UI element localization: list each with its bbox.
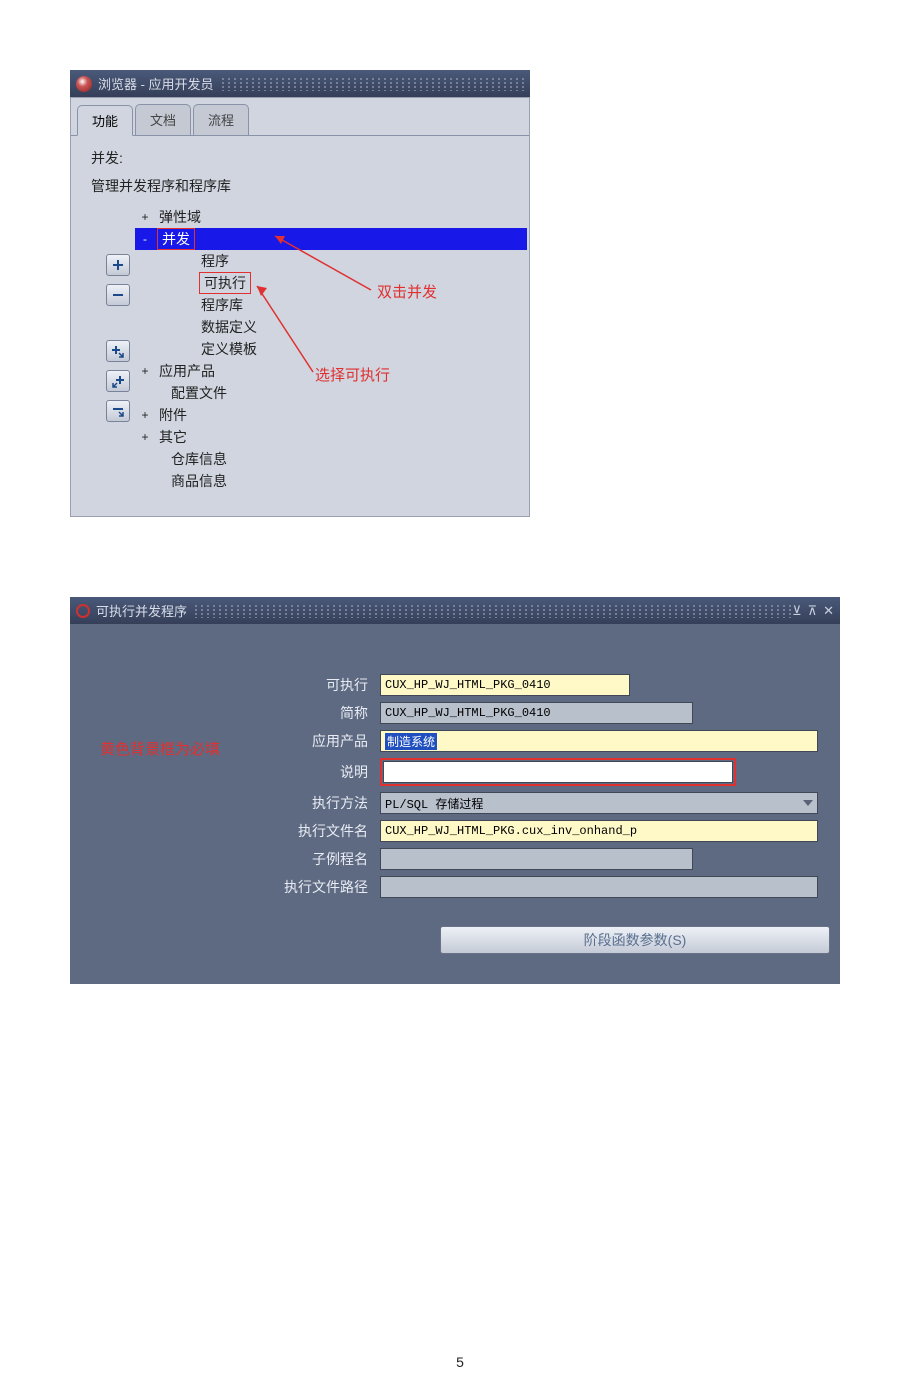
expand-branch-button[interactable] bbox=[106, 340, 130, 362]
close-icon[interactable]: ✕ bbox=[823, 603, 834, 619]
app-icon bbox=[76, 76, 92, 92]
window-title: 可执行并发程序 bbox=[96, 601, 187, 620]
input-executable[interactable]: CUX_HP_WJ_HTML_PKG_0410 bbox=[380, 674, 630, 696]
tree-item[interactable]: 配置文件 bbox=[135, 382, 527, 404]
label-shortname: 简称 bbox=[90, 703, 380, 723]
executable-form-window: 可执行并发程序 ⊻ ⊼ ✕ 黄色背景框为必填 可执行 CUX_HP_WJ_HTM… bbox=[70, 597, 840, 984]
input-shortname[interactable]: CUX_HP_WJ_HTML_PKG_0410 bbox=[380, 702, 693, 724]
titlebar-grip bbox=[220, 77, 524, 91]
expand-button[interactable] bbox=[106, 254, 130, 276]
tree-item[interactable]: 商品信息 bbox=[135, 470, 527, 492]
label-description: 说明 bbox=[90, 762, 380, 782]
tree-item[interactable]: +弹性域 bbox=[135, 206, 527, 228]
tree-item[interactable]: 定义模板 bbox=[135, 338, 527, 360]
tree-toolbar bbox=[106, 254, 130, 422]
expander-icon[interactable]: + bbox=[139, 210, 151, 224]
label-executable: 可执行 bbox=[90, 675, 380, 695]
input-filepath[interactable] bbox=[380, 876, 818, 898]
tree-item-executable[interactable]: 可执行 bbox=[135, 272, 527, 294]
collapse-button[interactable] bbox=[106, 284, 130, 306]
input-subproc[interactable] bbox=[380, 848, 693, 870]
input-description[interactable] bbox=[383, 761, 733, 783]
expander-icon[interactable]: + bbox=[139, 430, 151, 444]
tree-item[interactable]: 程序库 bbox=[135, 294, 527, 316]
titlebar-grip bbox=[193, 604, 792, 618]
oracle-icon bbox=[76, 604, 90, 618]
input-application[interactable]: 制造系统 bbox=[380, 730, 818, 752]
page-number: 5 bbox=[0, 1354, 920, 1400]
tree-item[interactable]: +其它 bbox=[135, 426, 527, 448]
breadcrumb-2: 管理并发程序和程序库 bbox=[91, 176, 529, 196]
window-title: 浏览器 - 应用开发员 bbox=[98, 74, 214, 93]
select-method[interactable]: PL/SQL 存储过程 bbox=[380, 792, 818, 814]
titlebar[interactable]: 可执行并发程序 ⊻ ⊼ ✕ bbox=[70, 597, 840, 624]
minimize-icon[interactable]: ⊻ bbox=[792, 603, 802, 619]
chevron-down-icon bbox=[803, 800, 813, 806]
label-filename: 执行文件名 bbox=[90, 821, 380, 841]
tab-documents[interactable]: 文档 bbox=[135, 104, 191, 135]
tree-item[interactable]: 数据定义 bbox=[135, 316, 527, 338]
expander-icon[interactable]: + bbox=[139, 408, 151, 422]
collapse-all-button[interactable] bbox=[106, 400, 130, 422]
expander-icon[interactable]: + bbox=[139, 364, 151, 378]
browser-window: 浏览器 - 应用开发员 功能 文档 流程 并发: 管理并发程序和程序库 bbox=[70, 70, 530, 517]
expand-all-button[interactable] bbox=[106, 370, 130, 392]
maximize-icon[interactable]: ⊼ bbox=[808, 603, 818, 619]
label-subproc: 子例程名 bbox=[90, 849, 380, 869]
tree-item[interactable]: +附件 bbox=[135, 404, 527, 426]
window-body: 功能 文档 流程 并发: 管理并发程序和程序库 bbox=[70, 97, 530, 517]
tree-item[interactable]: 程序 bbox=[135, 250, 527, 272]
tab-functions[interactable]: 功能 bbox=[77, 105, 133, 136]
tree-item[interactable]: 仓库信息 bbox=[135, 448, 527, 470]
breadcrumb: 并发: 管理并发程序和程序库 bbox=[71, 136, 529, 196]
tab-bar: 功能 文档 流程 bbox=[71, 98, 529, 135]
tree-item[interactable]: +应用产品 bbox=[135, 360, 527, 382]
label-filepath: 执行文件路径 bbox=[90, 877, 380, 897]
form-body: 黄色背景框为必填 可执行 CUX_HP_WJ_HTML_PKG_0410 简称 … bbox=[70, 624, 840, 984]
label-method: 执行方法 bbox=[90, 793, 380, 813]
stage-params-button[interactable]: 阶段函数参数(S) bbox=[440, 926, 830, 954]
expander-icon[interactable]: - bbox=[139, 232, 151, 246]
tree-item-concurrent[interactable]: -并发 bbox=[135, 228, 527, 250]
tab-process[interactable]: 流程 bbox=[193, 104, 249, 135]
breadcrumb-1: 并发: bbox=[91, 148, 529, 168]
tree-view: +弹性域 -并发 程序 可执行 程序库 数据定义 定义模板 +应用产品 配置文件… bbox=[135, 206, 527, 492]
required-note: 黄色背景框为必填 bbox=[100, 738, 220, 759]
titlebar[interactable]: 浏览器 - 应用开发员 bbox=[70, 70, 530, 97]
input-filename[interactable]: CUX_HP_WJ_HTML_PKG.cux_inv_onhand_p bbox=[380, 820, 818, 842]
